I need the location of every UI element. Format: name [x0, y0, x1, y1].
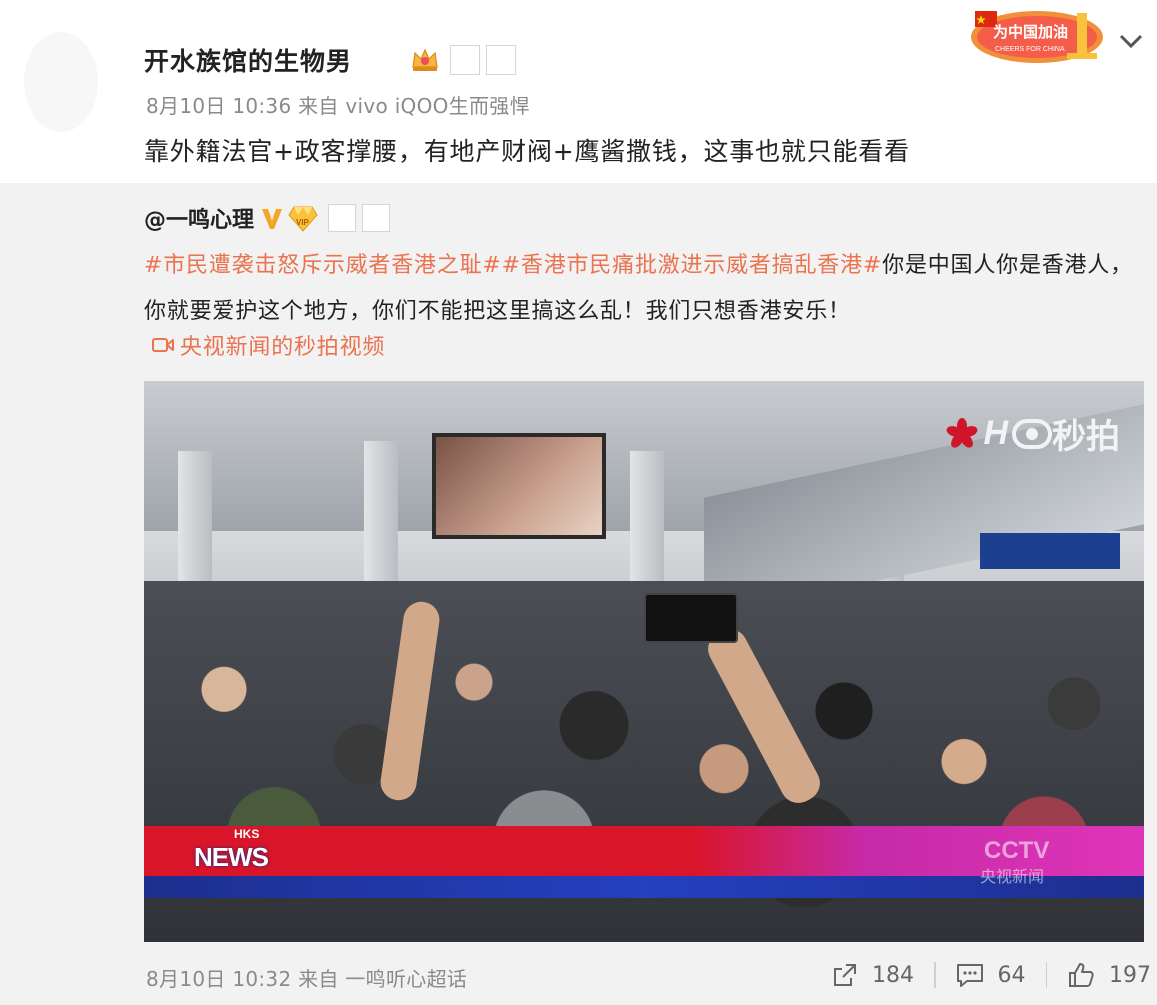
- topic-tag[interactable]: #市民遭袭击怒斥示威者香港之耻#: [144, 253, 502, 278]
- watermark-prefix: H: [983, 414, 1008, 452]
- cctv-logo: CCTV: [984, 837, 1050, 864]
- topic-tag[interactable]: #香港市民痛批激进示威者搞乱香港#: [502, 253, 882, 278]
- vip-diamond-icon[interactable]: VIP: [288, 203, 318, 233]
- author-row: 开水族馆的生物男: [144, 40, 517, 80]
- placeholder-badge: [450, 45, 481, 75]
- comment-button[interactable]: 64: [956, 962, 1026, 988]
- forward-button[interactable]: 184: [832, 962, 914, 988]
- author-name[interactable]: 开水族馆的生物男: [144, 42, 352, 78]
- comment-icon: [956, 964, 983, 987]
- repost-card[interactable]: @一鸣心理 VIP #市民遭袭击怒斥示威者香港之耻##香港市民痛批激进示威者搞乱…: [0, 183, 1157, 1005]
- cheer-text: 为中国加油: [993, 23, 1068, 41]
- repost-meta: 8月10日 10:32 来自 一鸣听心超话: [146, 967, 468, 991]
- placeholder-badge: [486, 45, 517, 75]
- repost-author-row: @一鸣心理 VIP: [144, 202, 391, 234]
- cheers-for-china-badge[interactable]: 为中国加油 CHEERS FOR CHINA: [967, 5, 1105, 65]
- forward-count: 184: [872, 962, 914, 988]
- like-count: 197: [1109, 962, 1151, 988]
- avatar[interactable]: [24, 32, 98, 132]
- miaopai-logo-icon: [1012, 418, 1052, 449]
- hks-label: HKS: [234, 827, 260, 841]
- comment-count: 64: [997, 962, 1026, 988]
- video-player[interactable]: H 秒拍 HKS NEWS CCTV 央视新闻: [144, 381, 1144, 942]
- video-icon: [152, 338, 174, 352]
- cheer-text-en: CHEERS FOR CHINA: [995, 46, 1065, 53]
- post-text: 靠外籍法官+政客撑腰，有地产财阀+鹰酱撒钱，这事也就只能看看: [144, 137, 910, 166]
- forward-icon: [834, 964, 856, 986]
- repost-author[interactable]: @一鸣心理: [144, 202, 254, 234]
- divider: [1045, 962, 1047, 988]
- vip-text: VIP: [296, 218, 310, 227]
- video-link[interactable]: 央视新闻的秒拍视频: [152, 329, 385, 361]
- bauhinia-icon: [947, 417, 978, 448]
- watermark-text: 秒拍: [1052, 417, 1120, 457]
- action-bar: 184 64 197: [832, 955, 1151, 995]
- like-icon: [1069, 963, 1094, 987]
- crown-icon[interactable]: [410, 45, 440, 75]
- chevron-down-icon[interactable]: [1116, 28, 1146, 54]
- placeholder-badge: [328, 204, 357, 232]
- video-scene: [432, 433, 606, 539]
- repost-text: #市民遭袭击怒斥示威者香港之耻##香港市民痛批激进示威者搞乱香港#你是中国人你是…: [144, 243, 1134, 335]
- like-button[interactable]: 197: [1067, 961, 1151, 989]
- post-meta: 8月10日 10:36 来自 vivo iQOO生而强悍: [146, 94, 530, 118]
- video-scene: [980, 533, 1120, 569]
- verified-icon: [262, 209, 283, 229]
- weibo-post: 开水族馆的生物男 为中国加油 CHEERS FOR CHINA 8月10日 10…: [0, 0, 1157, 183]
- miaopai-watermark: H 秒拍: [945, 409, 1120, 458]
- video-link-label: 央视新闻的秒拍视频: [180, 335, 386, 360]
- news-logo: NEWS: [194, 842, 269, 872]
- placeholder-badge: [362, 204, 391, 232]
- cctv-sub-logo: 央视新闻: [980, 867, 1045, 886]
- divider: [934, 962, 936, 988]
- video-scene: [644, 593, 738, 643]
